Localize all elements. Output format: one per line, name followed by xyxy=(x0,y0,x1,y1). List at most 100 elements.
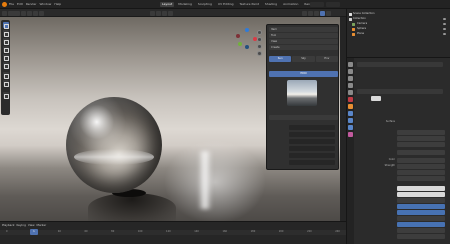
tab-sun[interactable]: Sun xyxy=(269,56,292,62)
material-tab-icon[interactable] xyxy=(348,132,353,137)
tab-env[interactable]: Env xyxy=(315,56,338,62)
npanel-row-item[interactable]: Item xyxy=(269,27,338,32)
menu-edit[interactable]: Edit xyxy=(17,2,23,6)
app-logo-icon[interactable] xyxy=(2,2,7,7)
outliner-item[interactable]: Camera xyxy=(357,22,367,25)
shading-options-button[interactable] xyxy=(326,10,331,16)
select-menu-button[interactable] xyxy=(27,10,32,16)
npanel-field-5[interactable] xyxy=(289,153,335,158)
outliner-item[interactable]: Scene Collection xyxy=(353,12,375,15)
eye-icon[interactable] xyxy=(443,33,446,35)
rotate-tool-icon[interactable] xyxy=(2,46,9,53)
rendered-shading-button[interactable] xyxy=(320,10,325,16)
npanel-row-create[interactable]: Create xyxy=(269,45,338,50)
neg-x-axis-icon[interactable] xyxy=(236,34,240,38)
npanel-field-2[interactable] xyxy=(289,132,335,137)
prop-field[interactable] xyxy=(397,228,445,233)
measure-tool-icon[interactable] xyxy=(2,80,9,87)
prop-slider[interactable] xyxy=(397,222,445,227)
output-tab-icon[interactable] xyxy=(348,76,353,81)
proportional-toggle[interactable] xyxy=(168,10,173,16)
prop-color-field[interactable] xyxy=(397,186,445,191)
prop-slider[interactable] xyxy=(397,204,445,209)
cursor-tool-icon[interactable] xyxy=(2,30,9,37)
physics-tab-icon[interactable] xyxy=(348,125,353,130)
tab-layout[interactable]: Layout xyxy=(160,1,175,7)
wireframe-shading-button[interactable] xyxy=(302,10,307,16)
npanel-field-3[interactable] xyxy=(289,139,335,144)
surface-field[interactable] xyxy=(397,130,445,135)
tab-sculpting[interactable]: Sculpting xyxy=(196,2,214,7)
solid-shading-button[interactable] xyxy=(308,10,313,16)
eye-icon[interactable] xyxy=(443,18,446,20)
world-selector[interactable] xyxy=(357,62,443,67)
eye-icon[interactable] xyxy=(443,23,446,25)
npanel-field-4[interactable] xyxy=(289,146,335,151)
npanel-field-6[interactable] xyxy=(289,160,335,165)
add-cube-tool-icon[interactable] xyxy=(2,92,9,99)
tab-uv-editing[interactable]: UV Editing xyxy=(216,2,236,7)
world-section-header[interactable] xyxy=(357,89,443,94)
timeline-keying-menu[interactable]: Keying xyxy=(16,223,25,227)
navigation-gizmo[interactable] xyxy=(236,28,258,50)
z-axis-icon[interactable] xyxy=(245,28,249,32)
snap-toggle[interactable] xyxy=(162,10,167,16)
tab-modeling[interactable]: Modeling xyxy=(176,2,194,7)
playhead[interactable]: 1 xyxy=(30,229,38,235)
menu-file[interactable]: File xyxy=(9,2,14,6)
prop-field[interactable] xyxy=(397,198,445,203)
orientation-dropdown[interactable] xyxy=(150,10,155,16)
modifier-tab-icon[interactable] xyxy=(348,111,353,116)
y-axis-icon[interactable] xyxy=(238,42,242,46)
strength-field[interactable] xyxy=(397,164,445,169)
npanel-field-1[interactable] xyxy=(289,125,335,130)
outliner-item[interactable]: Collection xyxy=(353,17,366,20)
hdri-preview[interactable] xyxy=(287,80,317,106)
timeline-view-menu[interactable]: View xyxy=(28,223,35,227)
eye-icon[interactable] xyxy=(443,28,446,30)
move-tool-icon[interactable] xyxy=(2,38,9,45)
menu-render[interactable]: Render xyxy=(26,2,37,6)
annotate-tool-icon[interactable] xyxy=(2,72,9,79)
npanel-row-tool[interactable]: Tool xyxy=(269,33,338,38)
npanel-row-view[interactable]: View xyxy=(269,39,338,44)
menu-help[interactable]: Help xyxy=(54,2,61,6)
pan-hand-icon[interactable] xyxy=(257,37,262,42)
prop-field[interactable] xyxy=(397,170,445,175)
scene-field[interactable] xyxy=(310,2,324,7)
timeline-playback-menu[interactable]: Playback xyxy=(2,223,14,227)
pivot-dropdown[interactable] xyxy=(156,10,161,16)
prop-field[interactable] xyxy=(397,142,445,147)
prop-slider[interactable] xyxy=(397,210,445,215)
tab-animation[interactable]: Animation xyxy=(281,2,300,7)
timeline-marker-menu[interactable]: Marker xyxy=(37,223,47,227)
perspective-toggle-icon[interactable] xyxy=(257,51,262,56)
particles-tab-icon[interactable] xyxy=(348,118,353,123)
scene-tab-icon[interactable] xyxy=(348,90,353,95)
tool-tab-icon[interactable] xyxy=(348,62,353,67)
world-tab-icon[interactable] xyxy=(348,97,353,102)
tab-sky[interactable]: Sky xyxy=(292,56,315,62)
tab-shading[interactable]: Shading xyxy=(263,2,279,7)
menu-window[interactable]: Window xyxy=(40,2,52,6)
tab-texture-paint[interactable]: Texture Paint xyxy=(238,2,261,7)
neg-z-axis-icon[interactable] xyxy=(245,45,249,49)
editor-type-button[interactable] xyxy=(2,10,7,16)
add-menu-button[interactable] xyxy=(33,10,38,16)
world-color-swatch[interactable] xyxy=(371,96,381,101)
select-tool-icon[interactable] xyxy=(2,22,9,29)
zoom-icon[interactable] xyxy=(257,30,262,35)
render-tab-icon[interactable] xyxy=(348,69,353,74)
object-menu-button[interactable] xyxy=(39,10,44,16)
outliner-item[interactable]: Plane xyxy=(357,32,364,35)
prop-field[interactable] xyxy=(397,150,445,155)
prop-field[interactable] xyxy=(397,234,445,239)
camera-view-icon[interactable] xyxy=(257,44,262,49)
object-tab-icon[interactable] xyxy=(348,104,353,109)
prop-field[interactable] xyxy=(397,176,445,181)
transform-tool-icon[interactable] xyxy=(2,62,9,69)
object-mode-dropdown[interactable] xyxy=(8,10,20,16)
hdri-selector[interactable]: HDRI xyxy=(269,71,338,77)
chrome-sphere[interactable] xyxy=(66,97,162,193)
prop-field[interactable] xyxy=(397,136,445,141)
